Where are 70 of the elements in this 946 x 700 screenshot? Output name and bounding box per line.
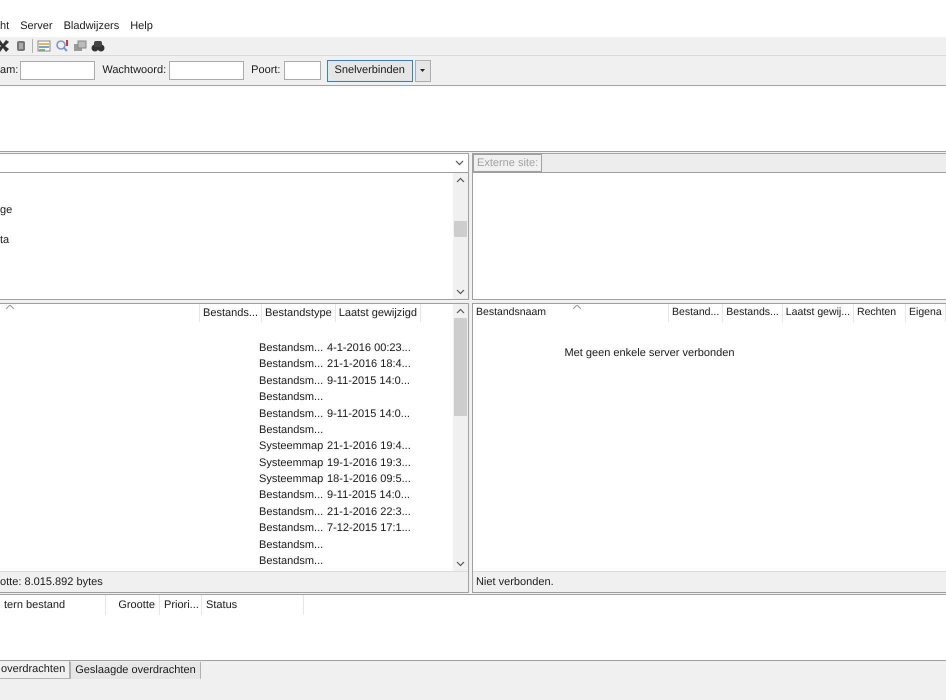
column-header[interactable]: Bestands... (723, 304, 783, 322)
status-text: Niet verbonden. (476, 574, 554, 590)
field-label: Poort: (251, 63, 280, 78)
scroll-up-icon[interactable] (456, 177, 465, 183)
column-header[interactable]: Rechten (854, 304, 906, 322)
scroll-thumb[interactable] (454, 221, 467, 237)
menu-item[interactable]: Help (130, 18, 153, 34)
table-cell-text: 21-1-2016 22:3... (326, 504, 412, 520)
menu-item[interactable]: Bladwijzers (64, 18, 120, 34)
scroll-down-icon[interactable] (456, 289, 465, 295)
table-cell-text: Bestandsm... (258, 422, 323, 438)
table-cell-text: 18-1-2016 09:5... (326, 472, 412, 488)
field-label: am: (0, 63, 18, 78)
table-cell-text: Bestandsm... (258, 357, 323, 372)
column-header[interactable]: Bestandsnaam (472, 304, 669, 322)
table-cell-text: Bestandsm... (258, 406, 323, 422)
cancel-icon[interactable] (0, 39, 10, 53)
field-label: Wachtwoord: (102, 63, 166, 78)
scroll-down-icon[interactable] (456, 561, 465, 567)
column-header[interactable]: Bestandstype (262, 304, 336, 322)
table-cell-text: Bestandsm... (258, 521, 323, 536)
column-header[interactable]: Grootte (106, 595, 160, 615)
table-cell-text: Systeemmap (258, 456, 323, 471)
quickconnect-button[interactable]: Snelverbinden (326, 60, 413, 82)
table-cell-text: Systeemmap (258, 439, 323, 454)
scrollbar[interactable] (452, 304, 468, 571)
scrollbar[interactable] (452, 173, 468, 299)
column-header[interactable]: Bestand... (668, 304, 724, 322)
column-header[interactable]: tern bestand (0, 595, 106, 615)
table-cell-text: 9-11-2015 14:0... (326, 488, 411, 504)
table-cell-text: 4-1-2016 00:23... (326, 340, 412, 356)
caret-icon (420, 69, 426, 72)
column-header[interactable]: Status (202, 595, 304, 615)
search-icon[interactable] (55, 39, 69, 53)
input-field[interactable] (284, 61, 320, 80)
chevron-down-icon[interactable] (454, 160, 464, 166)
table-cell-text: Systeemmap (258, 472, 323, 488)
list-icon[interactable] (37, 39, 51, 53)
table-cell-text: Bestandsm... (258, 488, 323, 504)
column-header[interactable]: Bestands... (200, 304, 262, 322)
dropdown-button[interactable] (414, 60, 431, 82)
table-cell-text: 9-11-2015 14:0... (326, 406, 411, 422)
column-header[interactable]: Eigena (906, 304, 946, 322)
input-field[interactable] (20, 61, 96, 80)
table-cell-text: Bestandsm... (258, 374, 323, 389)
scroll-thumb[interactable] (454, 318, 467, 416)
scroll-up-icon[interactable] (456, 308, 465, 314)
status-text: otte: 8.015.892 bytes (0, 574, 103, 590)
table-cell-text: Bestandsm... (258, 504, 323, 520)
table-cell-text: 9-11-2015 14:0... (326, 374, 411, 389)
tree-item[interactable]: ge (0, 203, 453, 218)
column-header[interactable]: Laatst gewijzigd (336, 304, 421, 322)
table-cell-text: Bestandsm... (258, 554, 323, 570)
menu-item[interactable]: Server (20, 18, 53, 34)
input-field[interactable] (169, 61, 244, 80)
site-label: Externe site: (472, 154, 542, 172)
table-cell-text: 21-1-2016 18:4... (326, 357, 412, 372)
table-cell-text: 19-1-2016 19:3... (326, 456, 412, 471)
tree-item[interactable]: ta (0, 233, 453, 248)
table-cell-text: Bestandsm... (258, 340, 323, 356)
tab[interactable]: overdrachten (0, 661, 70, 679)
menu-item[interactable]: ht (0, 18, 10, 34)
table-cell-text: 21-1-2016 19:4... (326, 439, 412, 454)
empty-message: Met geen enkele server verbonden (564, 346, 734, 361)
table-cell-text: 7-12-2015 17:1... (326, 521, 412, 536)
column-header[interactable]: Priori... (160, 595, 202, 615)
table-cell-text: Bestandsm... (258, 538, 323, 553)
table-cell-text: Bestandsm... (258, 390, 323, 406)
tab[interactable]: Geslaagde overdrachten (70, 662, 201, 680)
column-header[interactable]: Laatst gewij... (782, 304, 854, 322)
